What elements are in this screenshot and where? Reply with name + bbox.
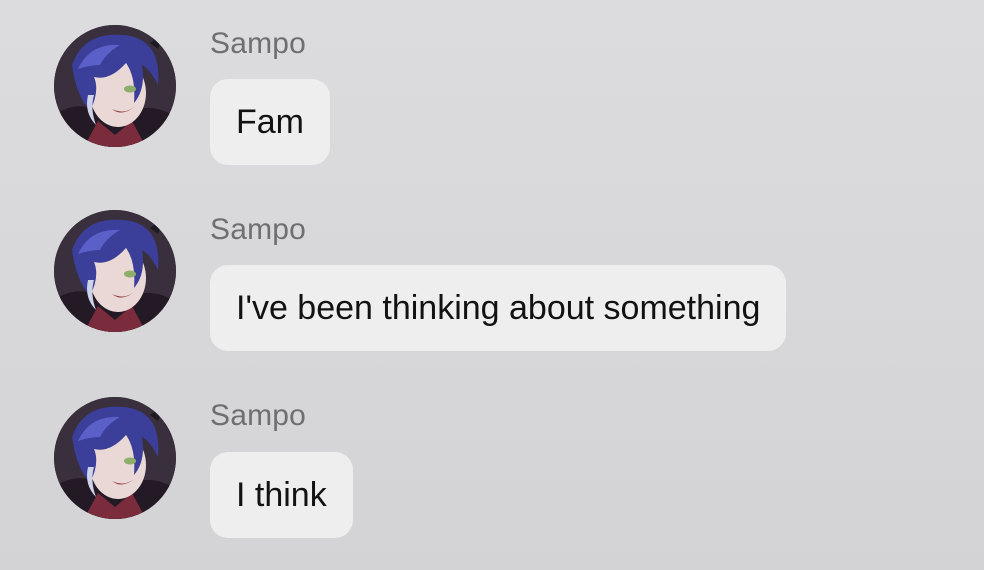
message-bubble[interactable]: Fam	[210, 79, 330, 165]
avatar-portrait	[54, 397, 176, 519]
sender-name: Sampo	[210, 399, 307, 432]
character-avatar-icon[interactable]	[54, 210, 176, 332]
message-bubble[interactable]: I've been thinking about something	[210, 265, 787, 351]
message-bubble[interactable]: I think	[210, 452, 353, 538]
sender-name: Sampo	[210, 213, 307, 246]
avatar-portrait	[54, 210, 176, 332]
chat-thread: Sampo Fam Sampo I've been thinking about…	[0, 0, 984, 570]
character-avatar-icon[interactable]	[54, 397, 176, 519]
character-avatar-icon[interactable]	[54, 25, 176, 147]
avatar-portrait	[54, 25, 176, 147]
sender-name: Sampo	[210, 27, 307, 60]
